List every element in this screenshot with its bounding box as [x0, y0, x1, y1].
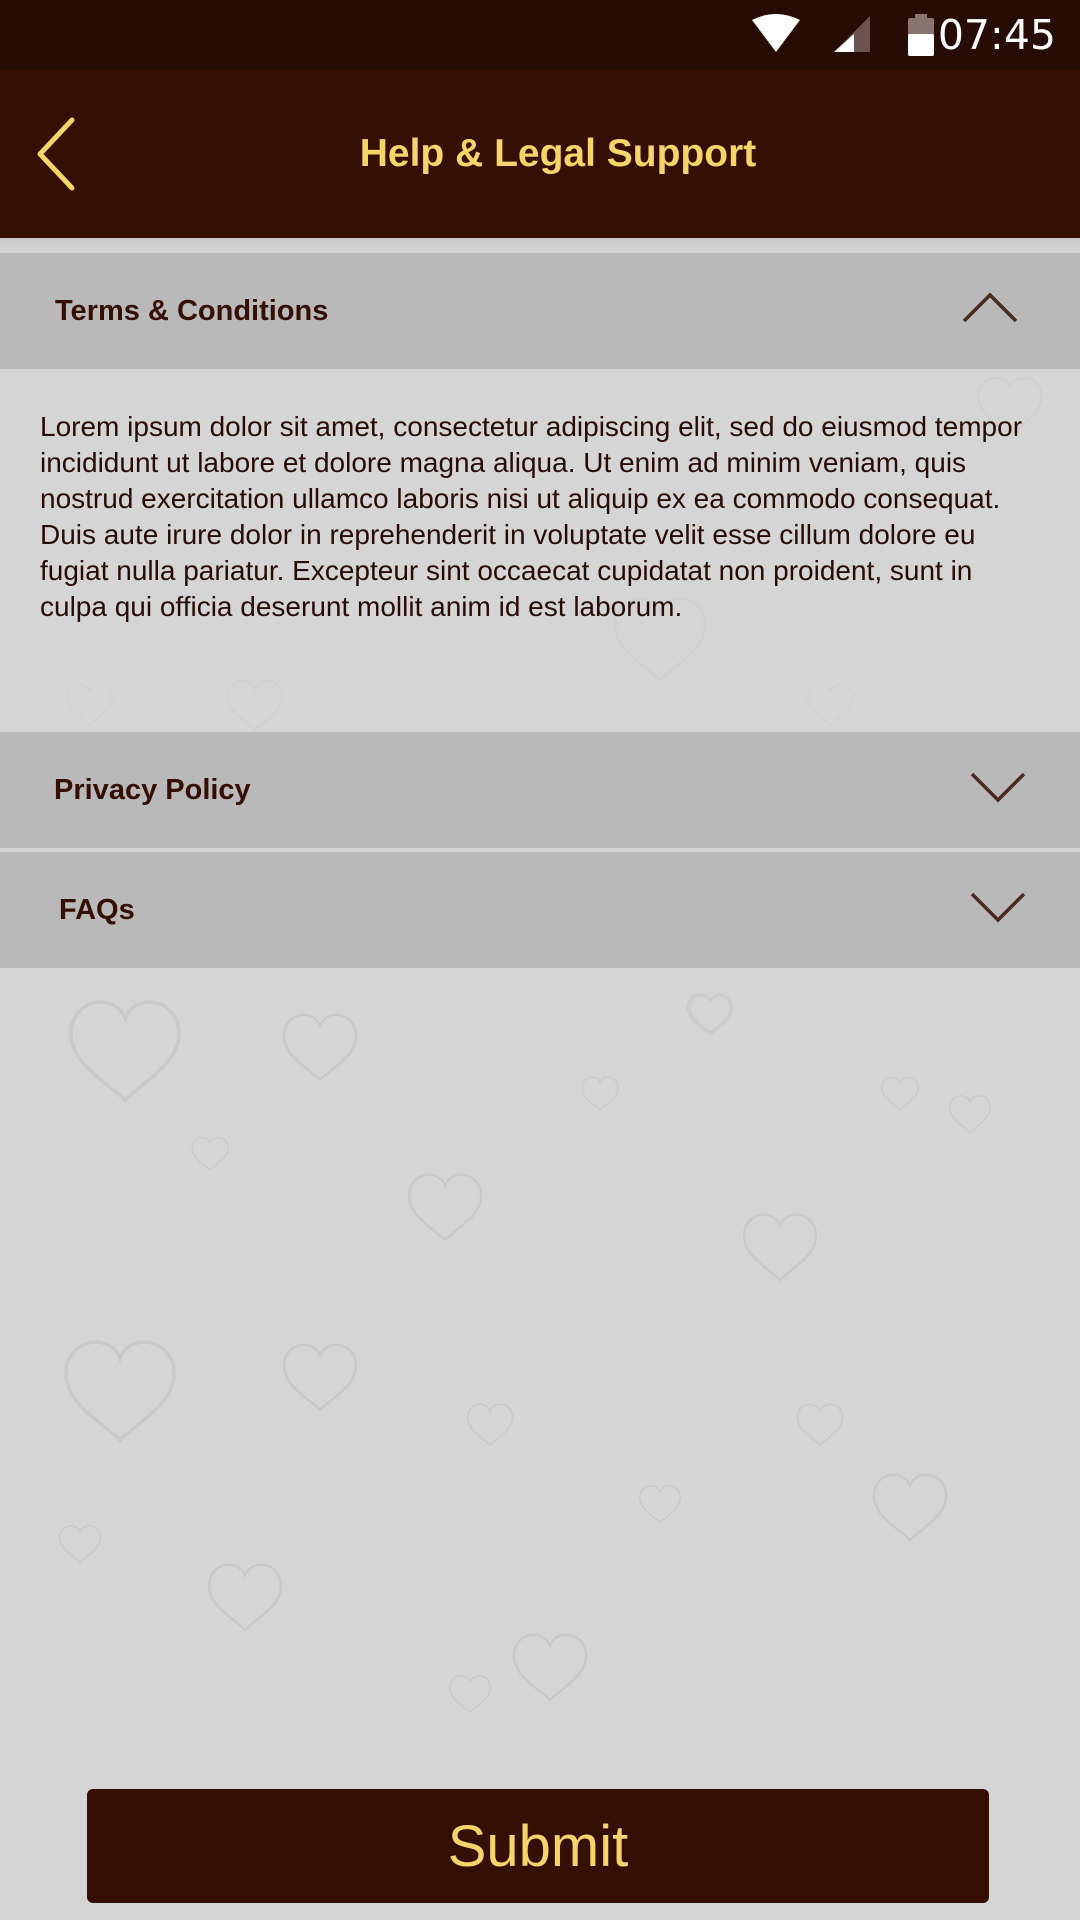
- app-bar-shadow: [0, 238, 1080, 253]
- page-title: Help & Legal Support: [359, 132, 757, 175]
- chevron-down-icon[interactable]: [970, 888, 1026, 932]
- terms-body-text: Lorem ipsum dolor sit amet, consectetur …: [40, 411, 1023, 622]
- status-bar: 07:45: [0, 0, 1080, 70]
- cell-signal-icon: [834, 16, 870, 52]
- accordion-title-faqs: FAQs: [59, 894, 135, 926]
- battery-icon: [908, 14, 934, 56]
- wifi-icon: [752, 14, 800, 52]
- accordion-title-privacy: Privacy Policy: [54, 774, 251, 806]
- accordion-header-faqs[interactable]: FAQs: [0, 852, 1080, 968]
- status-time: 07:45: [937, 11, 1056, 59]
- accordion-header-privacy[interactable]: Privacy Policy: [0, 732, 1080, 848]
- submit-button[interactable]: Submit: [87, 1789, 989, 1903]
- chevron-down-icon[interactable]: [970, 768, 1026, 812]
- chevron-up-icon[interactable]: [962, 289, 1018, 333]
- accordion-header-terms[interactable]: Terms & Conditions: [0, 253, 1080, 369]
- accordion-title-terms: Terms & Conditions: [55, 295, 329, 327]
- app-bar: Help & Legal Support: [0, 70, 1080, 238]
- accordion-body-terms: Lorem ipsum dolor sit amet, consectetur …: [0, 369, 1080, 732]
